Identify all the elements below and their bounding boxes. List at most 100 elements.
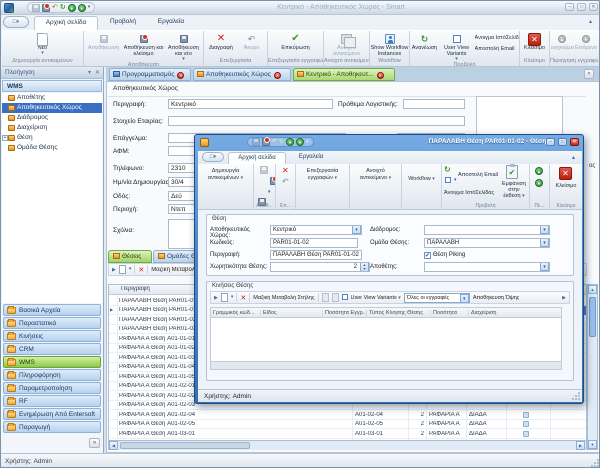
save-view-button[interactable]: Αποθήκευση Όψης: [473, 295, 520, 301]
dialog-minimize-button[interactable]: –: [546, 138, 555, 146]
code-field[interactable]: PAR01-01-02: [270, 238, 358, 248]
scroll-right-icon[interactable]: ▶: [576, 441, 585, 450]
sidebar-item-rf[interactable]: RF: [3, 395, 101, 407]
qat-save-icon[interactable]: [32, 4, 40, 12]
sidebar-pin-icon[interactable]: ▾: [88, 69, 91, 76]
dialog-resize-grip[interactable]: [572, 392, 580, 400]
scroll-up-icon[interactable]: ▲: [588, 285, 597, 294]
sidebar-item-wms[interactable]: WMS: [3, 356, 101, 368]
sidebar-item-movements[interactable]: Κινήσεις: [3, 330, 101, 342]
movements-new-row-icon[interactable]: [221, 293, 228, 302]
qat-forward-icon[interactable]: ▼: [296, 138, 304, 146]
table-row[interactable]: ΡΑΦΑΡΙΑ Α Θέση A01-02-05 A01-02-05 2 ΡΑΦ…: [109, 420, 586, 429]
tree-item-position[interactable]: +Θέση: [2, 133, 102, 143]
document-tab-central-warehouse[interactable]: Κεντρικό - Αποθηκευτ...✕: [293, 68, 395, 81]
application-menu-button[interactable]: □▾: [3, 16, 29, 28]
save-new-button[interactable]: Αποθήκευση και νέο ▾: [165, 32, 203, 62]
dropdown-icon[interactable]: ▾: [231, 295, 234, 300]
tab-close-icon[interactable]: ✕: [377, 72, 384, 79]
variants-icon[interactable]: [445, 177, 451, 185]
sidebar-item-crm[interactable]: CRM: [3, 343, 101, 355]
dropdown-icon[interactable]: ▾: [540, 262, 549, 271]
tree-item-management[interactable]: Διαχείριση: [2, 123, 102, 133]
dialog-send-email-button[interactable]: Αποστολή Email: [458, 172, 502, 179]
qat-customize-icon[interactable]: ▾: [306, 140, 309, 145]
scroll-down-icon[interactable]: ▼: [588, 440, 597, 449]
previous-record-button[interactable]: ▲ Προηγούμενο: [551, 32, 574, 58]
save-button[interactable]: Αποθήκευση: [85, 32, 123, 62]
qat-back-icon[interactable]: ▼: [286, 138, 294, 146]
sidebar-item-production[interactable]: Παραγωγή: [3, 421, 101, 433]
dialog-titlebar[interactable]: ↶ ↻ ▼ ▼ ▾ ΠΑΡΑΛΑΒΗ Θέση PAR01-01-02 - Θέ…: [195, 135, 583, 150]
sidebar-section-header[interactable]: WMS: [2, 80, 102, 92]
tab-close-icon[interactable]: ✕: [274, 72, 281, 79]
next-icon[interactable]: ▼: [535, 179, 543, 187]
tree-item-position-group[interactable]: Ομάδα Θέσης: [2, 143, 102, 153]
delete-button[interactable]: ✕ Διαγραφή: [206, 32, 237, 58]
qat-save-close-icon[interactable]: [262, 138, 270, 146]
scroll-left-icon[interactable]: ◀: [109, 441, 118, 450]
picking-checkbox[interactable]: [523, 431, 529, 439]
grid-delete-icon[interactable]: ✕: [138, 266, 144, 274]
resize-grip[interactable]: [591, 459, 599, 467]
sidebar-item-parametrization[interactable]: Παραμετροποίηση: [3, 382, 101, 394]
sidebar-overflow-button[interactable]: »: [89, 438, 100, 448]
toolbar-overflow-icon[interactable]: ▶: [562, 295, 566, 301]
show-in-view-icon[interactable]: ✔: [506, 165, 518, 179]
accounting-prefix-field[interactable]: [403, 99, 465, 109]
sidebar-close-icon[interactable]: ✕: [95, 69, 100, 76]
grid-header-description[interactable]: Περιγραφή: [121, 286, 150, 292]
scroll-thumb[interactable]: [589, 297, 596, 337]
paste-icon[interactable]: [332, 293, 339, 302]
dialog-workflow-button[interactable]: Workflow ▾: [402, 176, 441, 183]
picking-checkbox[interactable]: [523, 412, 529, 420]
qat-refresh-icon[interactable]: ↻: [60, 3, 66, 12]
table-row[interactable]: ΡΑΦΑΡΙΑ Α Θέση A01-02-04 A01-02-04 2 ΡΑΦ…: [109, 411, 586, 420]
ribbon-collapse-icon[interactable]: ▴: [589, 18, 592, 25]
dropdown-icon[interactable]: ▾: [540, 225, 549, 234]
copy-icon[interactable]: [322, 293, 329, 302]
sidebar-item-entersoft-update[interactable]: Ενημέρωση Από Entersoft: [3, 408, 101, 420]
qat-forward-icon[interactable]: ▼: [78, 4, 86, 12]
column-chooser-icon[interactable]: ▶: [214, 295, 218, 301]
tabstrip-close-button[interactable]: ✕: [584, 69, 594, 79]
qat-customize-icon[interactable]: ▾: [88, 5, 91, 10]
app-icon[interactable]: [4, 3, 14, 13]
close-button[interactable]: ✕: [589, 3, 598, 11]
dropdown-icon[interactable]: ▾: [352, 225, 361, 234]
warehouse-field[interactable]: Κεντρικό▾: [270, 225, 362, 235]
description-field[interactable]: Κεντρικό: [168, 99, 333, 109]
qat-back-icon[interactable]: ▼: [68, 4, 76, 12]
qat-undo-icon[interactable]: ↶: [272, 138, 277, 146]
undo-button[interactable]: ↶ Άκυρο: [238, 32, 266, 58]
qat-refresh-icon[interactable]: ↻: [279, 138, 284, 146]
user-view-variants-button[interactable]: User View Variants ▾: [440, 32, 474, 62]
position-group-field[interactable]: ΠΑΡΑΛΑΒΗ▾: [424, 238, 550, 248]
validate-button[interactable]: ✔ Επικύρωση: [271, 32, 321, 58]
previous-icon[interactable]: ▲: [535, 167, 543, 175]
dialog-open-object-button[interactable]: Ανοιχτό αντικείμενο ▾: [350, 168, 401, 181]
dialog-records-button[interactable]: Επεξεργασία εγγραφών ▾: [296, 168, 349, 181]
depositor-field[interactable]: ▾: [424, 262, 550, 272]
description-field[interactable]: ΠΑΡΑΛΑΒΗ Θέση PAR01-01-02: [270, 250, 362, 260]
qat-undo-icon[interactable]: ↶: [52, 4, 58, 12]
tree-item-apothetis[interactable]: Αποθέτης: [2, 93, 102, 103]
dropdown-icon[interactable]: ▾: [540, 238, 549, 247]
refresh-button[interactable]: ↻ Ανανέωση: [411, 32, 439, 62]
qat-save-icon[interactable]: [252, 138, 260, 146]
tree-item-warehouse[interactable]: Αποθηκευτικός Χώρος: [2, 103, 102, 113]
dropdown-icon[interactable]: ▾: [129, 267, 132, 272]
scroll-thumb[interactable]: [120, 442, 250, 449]
horizontal-scrollbar[interactable]: ◀ ▶: [109, 440, 586, 450]
movements-variants-button[interactable]: User View Variants ▾: [351, 295, 401, 301]
movements-delete-icon[interactable]: ✕: [240, 294, 246, 302]
undo-icon[interactable]: ↶: [282, 177, 289, 186]
aisle-field[interactable]: ▾: [424, 225, 550, 235]
table-row[interactable]: ΡΑΦΑΡΙΑ Α Θέση A01-03-01 A01-03-01 2 ΡΑΦ…: [109, 430, 586, 439]
movements-bulk-edit-button[interactable]: Μαζική Μεταβολή Στήλης: [253, 295, 314, 301]
refresh-icon[interactable]: ↻: [444, 165, 451, 174]
minimize-button[interactable]: –: [565, 3, 574, 11]
dialog-close-view-button[interactable]: Κλείσιμο: [550, 183, 582, 190]
column-chooser-icon[interactable]: ▶: [112, 267, 116, 273]
movements-grid-body[interactable]: [210, 318, 562, 362]
